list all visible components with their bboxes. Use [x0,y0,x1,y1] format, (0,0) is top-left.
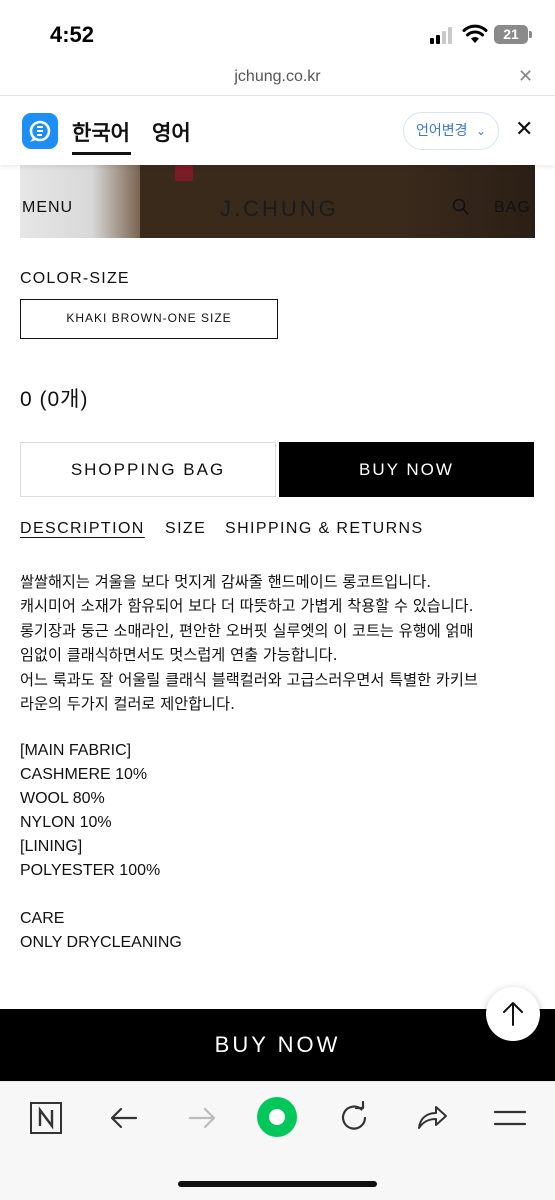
spec-line: POLYESTER 100% [20,862,161,879]
naver-n-icon[interactable] [28,1100,64,1136]
battery-icon: 21 [494,25,528,44]
translate-close-icon[interactable]: ✕ [515,117,533,142]
description-line: 쌀쌀해지는 겨울을 보다 멋지게 감싸줄 핸드메이드 롱코트입니다. [20,573,432,591]
spec-line: WOOL 80% [20,790,105,807]
search-icon[interactable] [452,198,470,216]
description-line: 캐시미어 소재가 함유되어 보다 더 따뜻하고 가볍게 착용할 수 있습니다. [20,597,474,616]
shopping-bag-button[interactable]: SHOPPING BAG [20,442,276,497]
cellular-signal-icon [430,26,456,44]
spec-line: CASHMERE 10% [20,766,148,783]
green-dot-icon[interactable] [256,1096,298,1138]
papago-icon [22,113,58,149]
product-description: 쌀쌀해지는 겨울을 보다 멋지게 감싸줄 핸드메이드 롱코트입니다. 캐시미어 … [20,570,540,716]
close-icon[interactable]: ✕ [518,66,533,87]
language-change-button[interactable]: 언어변경 ⌄ [403,112,499,150]
spec-line: [MAIN FABRIC] [20,742,132,759]
bottom-buy-now-button[interactable]: BUY NOW [0,1009,555,1081]
tab-size[interactable]: SIZE [165,520,206,538]
lang-target-tab[interactable]: 영어 [152,117,191,147]
reload-icon[interactable] [336,1100,372,1136]
battery-tip [529,31,532,38]
lang-source-tab[interactable]: 한국어 [72,117,130,147]
status-time: 4:52 [50,22,95,47]
chevron-down-icon: ⌄ [475,124,486,138]
description-line: 롱기장과 둥근 소매라인, 편안한 오버핏 실루엣의 이 코트는 유행에 얽매 [20,621,474,640]
bag-button[interactable]: BAG [494,199,531,217]
total-price: 0 (0개) [20,388,89,411]
description-line: 임없이 클래식하면서도 멋스럽게 연출 가능합니다. [20,646,338,665]
lang-active-underline [72,152,131,155]
menu-icon[interactable] [492,1100,528,1136]
translate-bar: 한국어 영어 언어변경 ⌄ ✕ [0,97,555,165]
language-change-label: 언어변경 [416,123,468,139]
tab-shipping-returns[interactable]: SHIPPING & RETURNS [225,520,424,538]
description-line: 어느 룩과도 잘 어울릴 클래식 블랙컬러와 고급스러우면서 특별한 카키브 [20,670,478,689]
tab-description[interactable]: DESCRIPTION [20,520,145,538]
description-line: 라운의 두가지 컬러로 제안합니다. [20,694,235,713]
care-label: CARE [20,910,65,927]
forward-arrow-icon[interactable] [184,1100,220,1136]
back-arrow-icon[interactable] [106,1100,142,1136]
buy-now-button[interactable]: BUY NOW [279,442,534,497]
coat-image-detail [175,165,193,181]
site-logo[interactable]: J.CHUNG [220,196,339,222]
wifi-icon [462,24,488,43]
url-text[interactable]: jchung.co.kr [0,68,555,86]
spec-line: [LINING] [20,838,83,855]
scroll-top-button[interactable] [486,987,540,1041]
menu-button[interactable]: MENU [22,199,73,217]
spec-line: NYLON 10% [20,814,112,831]
status-bar: 4:52 21 [0,0,555,64]
home-indicator[interactable] [178,1181,377,1187]
share-icon[interactable] [414,1100,450,1136]
care-value: ONLY DRYCLEANING [20,934,182,951]
color-size-label: COLOR-SIZE [20,270,130,287]
color-size-option[interactable]: KHAKI BROWN-ONE SIZE [20,299,278,339]
url-bar[interactable]: jchung.co.kr ✕ [0,64,555,96]
arrow-up-icon [503,1002,523,1026]
